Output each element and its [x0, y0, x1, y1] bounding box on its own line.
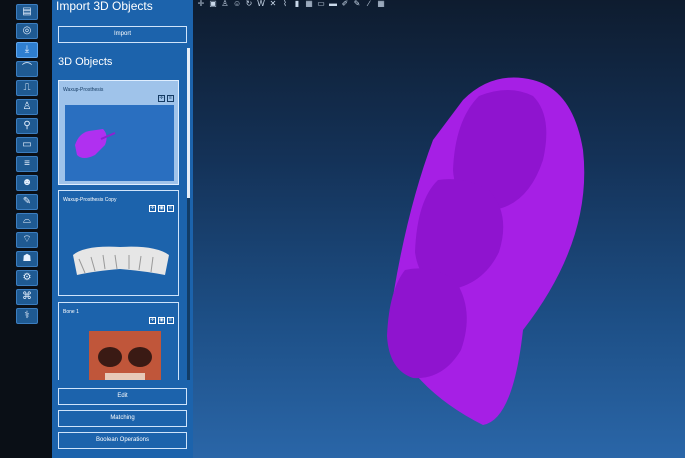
object-card-waxup-copy[interactable]: Waxup-Prosthesis Copy ✛ ◉ ≡: [58, 190, 179, 296]
panel-title: Import 3D Objects: [56, 0, 153, 13]
gear-box-icon[interactable]: ⚙: [16, 270, 38, 286]
import-button[interactable]: Import: [58, 26, 187, 43]
edit-button[interactable]: Edit: [58, 388, 187, 405]
target-icon[interactable]: ◉: [158, 205, 165, 212]
move-icon[interactable]: ✛: [149, 317, 156, 324]
edit-list-icon[interactable]: ≡: [16, 156, 38, 172]
segment-icon[interactable]: ☗: [16, 251, 38, 267]
menu-icon[interactable]: ≡: [167, 95, 174, 102]
side-panel: Import 3D Objects Import 3D Objects Waxu…: [52, 0, 193, 458]
matching-button[interactable]: Matching: [58, 410, 187, 427]
object-thumbnail: [65, 105, 174, 181]
download-icon[interactable]: ⤓: [16, 42, 38, 58]
arch-curve-icon[interactable]: ⌒: [16, 61, 38, 77]
face-icon[interactable]: ☻: [16, 175, 38, 191]
report-icon[interactable]: ▭: [16, 137, 38, 153]
move-icon[interactable]: ✛: [158, 95, 165, 102]
target-icon[interactable]: ◉: [158, 317, 165, 324]
mandible-icon[interactable]: ⌓: [16, 213, 38, 229]
object-name: Bone 1: [63, 309, 79, 315]
wand-icon[interactable]: ✎: [16, 194, 38, 210]
implant-icon[interactable]: ⚲: [16, 118, 38, 134]
nerve-icon[interactable]: ⚕: [16, 308, 38, 324]
object-card-bone[interactable]: Bone 1 ✛ ◉ ≡: [58, 302, 179, 380]
object-name: Waxup-Prosthesis: [63, 87, 104, 93]
object-thumbnail: [65, 327, 174, 380]
dental-model[interactable]: [193, 0, 685, 458]
object-thumbnail: [65, 215, 174, 291]
object-name: Waxup-Prosthesis Copy: [63, 197, 117, 203]
tooth-icon[interactable]: ♙: [16, 99, 38, 115]
3d-viewport[interactable]: ✛ ▣ ♙ ☺ ↻ W ✕ ⌇ ▮ ▦ ▭ ▬ ✐ ✎ ∕ ▦: [193, 0, 685, 458]
move-icon[interactable]: ✛: [149, 205, 156, 212]
menu-icon[interactable]: ≡: [167, 317, 174, 324]
boolean-operations-button[interactable]: Boolean Operations: [58, 432, 187, 449]
object-card-waxup[interactable]: Waxup-Prosthesis ✛ ≡: [58, 80, 179, 185]
scan-icon[interactable]: ◎: [16, 23, 38, 39]
panorama-icon[interactable]: ⎍: [16, 80, 38, 96]
maxilla-icon[interactable]: ⌔: [16, 232, 38, 248]
section-title: 3D Objects: [58, 56, 113, 68]
tool-rail: ▤ ◎ ⤓ ⌒ ⎍ ♙ ⚲ ▭ ≡ ☻ ✎ ⌓ ⌔ ☗ ⚙ ⌘ ⚕: [0, 0, 52, 458]
menu-icon[interactable]: ≡: [167, 205, 174, 212]
import-file-icon[interactable]: ▤: [16, 4, 38, 20]
tree-icon[interactable]: ⌘: [16, 289, 38, 305]
objects-list: Waxup-Prosthesis ✛ ≡ Waxup-Prosthesis Cop…: [52, 76, 193, 380]
